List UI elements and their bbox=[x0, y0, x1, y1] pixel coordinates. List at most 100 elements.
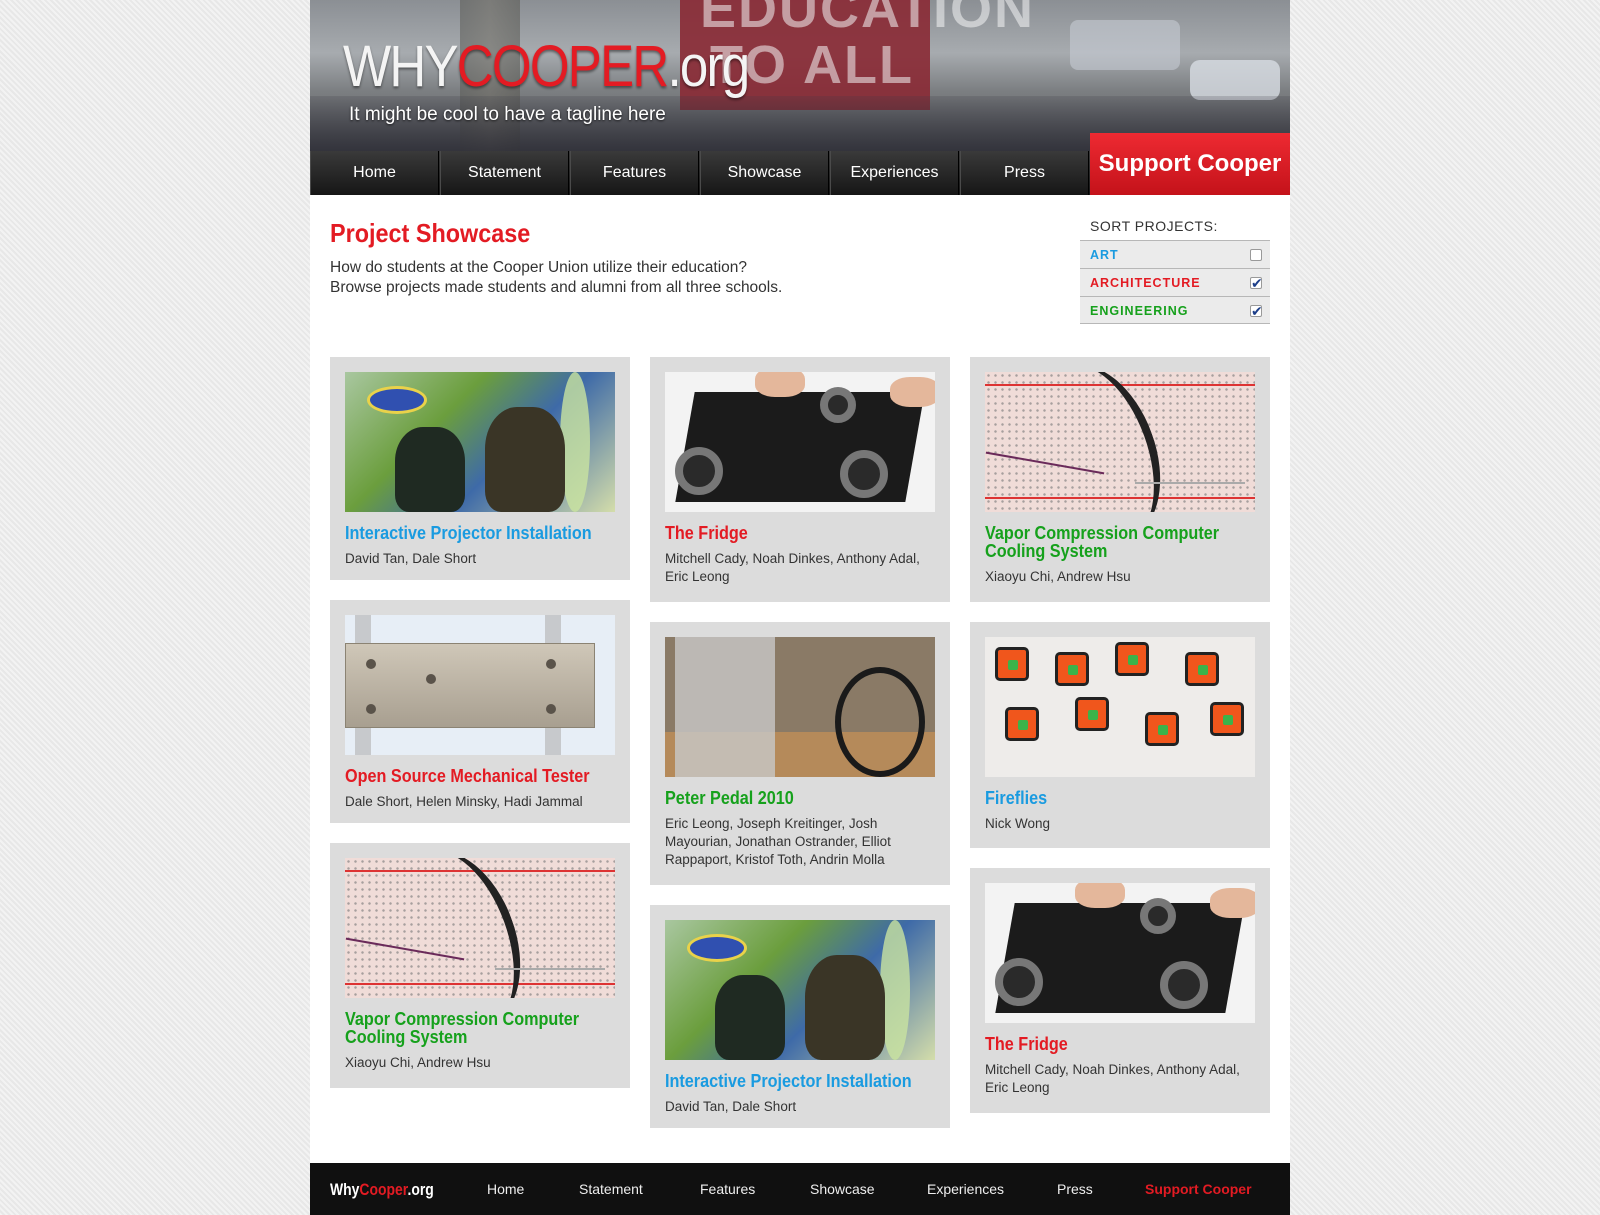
logo-why: WHY bbox=[343, 34, 459, 99]
footer-link-features[interactable]: Features bbox=[700, 1181, 755, 1197]
project-card[interactable]: Fireflies Nick Wong bbox=[970, 622, 1270, 848]
project-authors: Eric Leong, Joseph Kreitinger, Josh Mayo… bbox=[665, 816, 891, 867]
thumbnail-detail bbox=[1210, 888, 1255, 918]
thumbnail-detail bbox=[1140, 898, 1176, 934]
project-authors: Mitchell Cady, Noah Dinkes, Anthony Adal… bbox=[665, 551, 920, 584]
thumbnail-detail bbox=[366, 704, 376, 714]
thumbnail-detail bbox=[1055, 652, 1089, 686]
header-banner: EDUCATION TO ALL WHYCOOPER.org It might … bbox=[310, 0, 1290, 151]
project-authors: David Tan, Dale Short bbox=[665, 1099, 797, 1114]
footer-logo[interactable]: WhyCooper.org bbox=[330, 1180, 434, 1200]
architecture-checkbox[interactable] bbox=[1250, 269, 1264, 297]
nav-home[interactable]: Home bbox=[310, 151, 439, 195]
thumbnail-detail bbox=[345, 643, 595, 728]
project-title[interactable]: Peter Pedal 2010 bbox=[665, 789, 935, 807]
footer-link-statement[interactable]: Statement bbox=[579, 1181, 643, 1197]
project-authors: Nick Wong bbox=[985, 816, 1051, 831]
footer-link-press[interactable]: Press bbox=[1057, 1181, 1093, 1197]
thumbnail-detail bbox=[546, 659, 556, 669]
nav-press[interactable]: Press bbox=[960, 151, 1089, 195]
project-title[interactable]: Fireflies bbox=[985, 789, 1255, 807]
project-title[interactable]: Vapor Compression Computer Cooling Syste… bbox=[345, 1010, 615, 1046]
footer-logo-org: .org bbox=[407, 1180, 434, 1199]
art-checkbox[interactable] bbox=[1250, 249, 1262, 261]
project-authors: Xiaoyu Chi, Andrew Hsu bbox=[985, 569, 1131, 584]
sort-option-label: ART bbox=[1090, 248, 1119, 262]
thumbnail-detail bbox=[485, 407, 565, 512]
thumbnail-detail bbox=[840, 450, 888, 498]
project-card[interactable]: Interactive Projector Installation David… bbox=[330, 357, 630, 580]
project-authors: David Tan, Dale Short bbox=[345, 551, 477, 566]
site-logo[interactable]: WHYCOOPER.org bbox=[343, 38, 750, 96]
project-thumbnail[interactable] bbox=[345, 372, 615, 512]
thumbnail-detail bbox=[995, 958, 1043, 1006]
sort-option-label: ENGINEERING bbox=[1090, 304, 1189, 318]
project-card[interactable]: The Fridge Mitchell Cady, Noah Dinkes, A… bbox=[650, 357, 950, 602]
thumbnail-detail bbox=[395, 427, 465, 512]
project-card[interactable]: Open Source Mechanical Tester Dale Short… bbox=[330, 600, 630, 823]
thumbnail-detail bbox=[675, 447, 723, 495]
intro-line-1: How do students at the Cooper Union util… bbox=[330, 259, 748, 276]
thumbnail-detail bbox=[805, 955, 885, 1060]
project-title[interactable]: The Fridge bbox=[665, 524, 935, 542]
sort-projects-panel: SORT PROJECTS: ART ARCHITECTURE ENGINEER… bbox=[1080, 218, 1270, 325]
sort-option-label: ARCHITECTURE bbox=[1090, 276, 1201, 290]
footer-link-home[interactable]: Home bbox=[487, 1181, 524, 1197]
project-thumbnail[interactable] bbox=[985, 883, 1255, 1023]
project-title[interactable]: Open Source Mechanical Tester bbox=[345, 767, 615, 785]
footer-logo-why: Why bbox=[330, 1180, 360, 1199]
sort-option-art[interactable]: ART bbox=[1080, 240, 1270, 268]
thumbnail-detail bbox=[1005, 707, 1039, 741]
background-car bbox=[1070, 20, 1180, 70]
footer-link-showcase[interactable]: Showcase bbox=[810, 1181, 875, 1197]
sort-option-engineering[interactable]: ENGINEERING bbox=[1080, 296, 1270, 325]
project-thumbnail[interactable] bbox=[985, 372, 1255, 512]
tagline: It might be cool to have a tagline here bbox=[349, 104, 666, 125]
thumbnail-detail bbox=[675, 637, 775, 777]
thumbnail-detail bbox=[1210, 702, 1244, 736]
thumbnail-detail bbox=[890, 377, 935, 407]
thumbnail-detail bbox=[687, 934, 747, 962]
nav-features[interactable]: Features bbox=[570, 151, 699, 195]
project-title[interactable]: Vapor Compression Computer Cooling Syste… bbox=[985, 524, 1255, 560]
thumbnail-detail bbox=[367, 386, 427, 414]
nav-experiences[interactable]: Experiences bbox=[830, 151, 959, 195]
thumbnail-detail bbox=[1115, 642, 1149, 676]
thumbnail-detail bbox=[546, 704, 556, 714]
logo-cooper: COOPER bbox=[456, 34, 669, 99]
project-title[interactable]: The Fridge bbox=[985, 1035, 1255, 1053]
project-card[interactable]: Peter Pedal 2010 Eric Leong, Joseph Krei… bbox=[650, 622, 950, 885]
logo-org: .org bbox=[667, 34, 750, 99]
project-card[interactable]: The Fridge Mitchell Cady, Noah Dinkes, A… bbox=[970, 868, 1270, 1113]
thumbnail-detail bbox=[1135, 482, 1245, 484]
project-title[interactable]: Interactive Projector Installation bbox=[345, 524, 615, 542]
thumbnail-detail bbox=[495, 968, 605, 970]
page-title: Project Showcase bbox=[330, 218, 531, 248]
nav-showcase[interactable]: Showcase bbox=[700, 151, 829, 195]
thumbnail-detail bbox=[835, 667, 925, 777]
project-title[interactable]: Interactive Projector Installation bbox=[665, 1072, 935, 1090]
project-thumbnail[interactable] bbox=[665, 372, 935, 512]
project-thumbnail[interactable] bbox=[345, 858, 615, 998]
sort-option-architecture[interactable]: ARCHITECTURE bbox=[1080, 268, 1270, 297]
nav-statement[interactable]: Statement bbox=[440, 151, 569, 195]
footer-link-experiences[interactable]: Experiences bbox=[927, 1181, 1004, 1197]
project-thumbnail[interactable] bbox=[665, 920, 935, 1060]
intro-line-2: Browse projects made students and alumni… bbox=[330, 279, 783, 296]
project-authors: Mitchell Cady, Noah Dinkes, Anthony Adal… bbox=[985, 1062, 1240, 1095]
support-cooper-button[interactable]: Support Cooper bbox=[1090, 133, 1290, 195]
thumbnail-detail bbox=[1160, 961, 1208, 1009]
thumbnail-detail bbox=[1145, 712, 1179, 746]
thumbnail-detail bbox=[995, 647, 1029, 681]
thumbnail-detail bbox=[1185, 652, 1219, 686]
project-card[interactable]: Vapor Compression Computer Cooling Syste… bbox=[330, 843, 630, 1088]
thumbnail-detail bbox=[1075, 697, 1109, 731]
project-thumbnail[interactable] bbox=[345, 615, 615, 755]
project-card[interactable]: Vapor Compression Computer Cooling Syste… bbox=[970, 357, 1270, 602]
project-thumbnail[interactable] bbox=[665, 637, 935, 777]
project-thumbnail[interactable] bbox=[985, 637, 1255, 777]
engineering-checkbox[interactable] bbox=[1250, 297, 1264, 325]
project-card[interactable]: Interactive Projector Installation David… bbox=[650, 905, 950, 1128]
footer-support-cooper-link[interactable]: Support Cooper bbox=[1145, 1181, 1252, 1197]
project-authors: Xiaoyu Chi, Andrew Hsu bbox=[345, 1055, 491, 1070]
